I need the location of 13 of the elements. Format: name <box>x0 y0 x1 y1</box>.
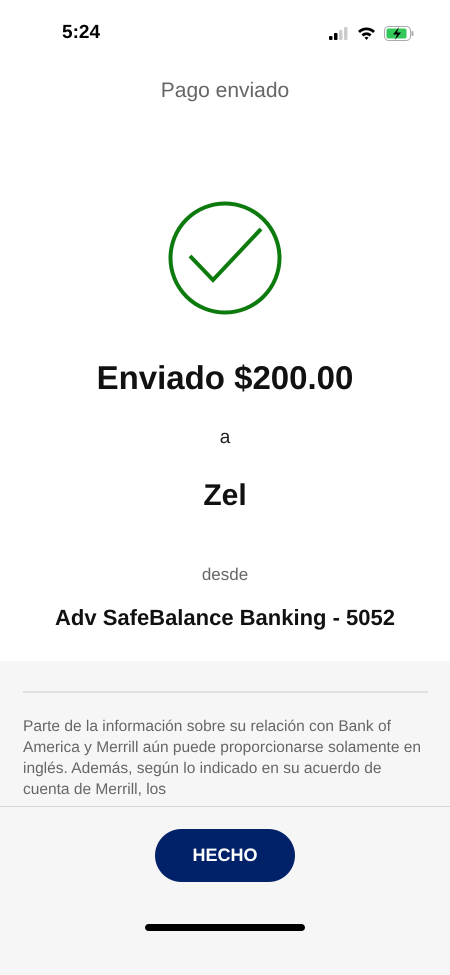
battery-charging-icon <box>384 26 414 40</box>
signal-icon <box>329 26 349 40</box>
status-time: 5:24 <box>62 22 100 44</box>
recipient-name: Zel <box>203 479 247 513</box>
account-name: Adv SafeBalance Banking - 5052 <box>55 605 395 631</box>
disclosure-text: Parte de la información sobre su relación con Bank of America y Merrill aún puede proporcionarse solamente en inglés. Además, según lo indicado en su acuerdo de cuenta de Merrill, los <box>23 717 422 800</box>
to-label: a <box>220 427 230 449</box>
wifi-icon <box>357 26 376 40</box>
done-button[interactable]: HECHO <box>155 829 295 882</box>
from-label: desde <box>202 565 248 585</box>
page-title: Pago enviado <box>160 79 290 103</box>
checkmark-icon <box>168 201 282 315</box>
amount-text: Enviado $200.00 <box>96 359 354 397</box>
